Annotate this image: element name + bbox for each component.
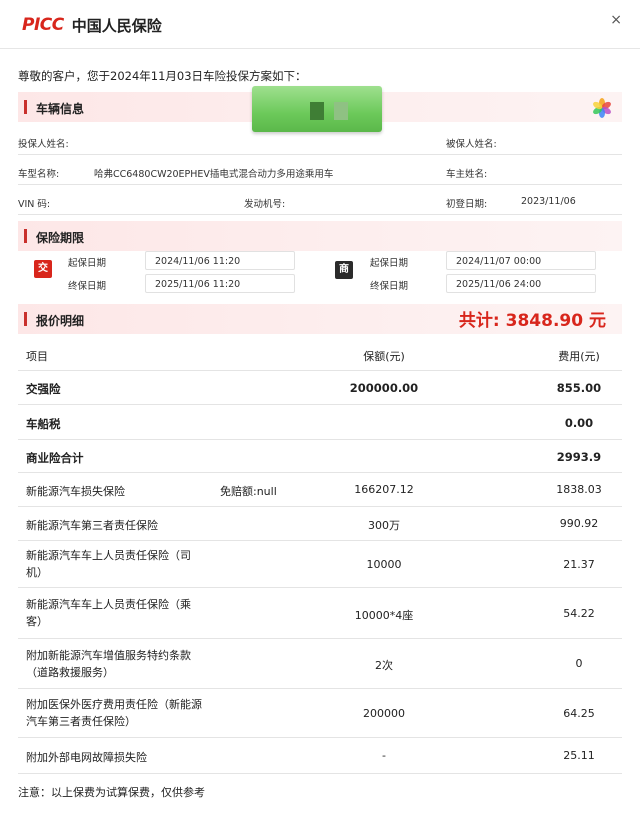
item-amount: 10000 [366,558,402,571]
photos-pinwheel-icon[interactable] [592,98,612,118]
commercial-end-field[interactable]: 2025/11/06 24:00 [446,274,596,293]
section-marker [24,312,27,326]
item-name-line2: 机） [26,566,48,579]
owner-label: 车主姓名: [446,169,488,180]
vin-label: VIN 码: [18,199,51,210]
table-row: 新能源汽车车上人员责任保险（乘 客） 10000*4座 54.22 [18,588,622,639]
header-bar: PICC 中国人民保险 × [0,0,640,49]
table-row: 车船税 0.00 [18,405,622,440]
commercial-end-label: 终保日期 [370,281,409,292]
model-value: 哈弗CC6480CW20EPHEV插电式混合动力多用途乘用车 [94,169,334,180]
section-marker [24,229,27,243]
item-name-line2: 汽车第三者责任保险） [26,715,136,728]
item-fee: 990.92 [559,517,599,530]
compulsory-end-label: 终保日期 [68,281,107,292]
item-deductible: 免赔额:null [220,485,277,498]
section-marker [24,100,27,114]
item-name: 商业险合计 [26,451,84,465]
item-fee: 25.11 [563,749,595,762]
compulsory-badge: 交 [34,260,52,278]
table-row: 新能源汽车损失保险 免赔额:null 166207.12 1838.03 [18,473,622,507]
item-name: 新能源汽车损失保险 [26,485,125,498]
section-title: 车辆信息 [36,102,85,116]
model-row: 车型名称: 哈弗CC6480CW20EPHEV插电式混合动力多用途乘用车 车主姓… [18,157,622,185]
insured-label: 被保人姓名: [446,139,497,150]
col-amount-header: 保额(元) [363,350,405,363]
table-row: 附加医保外医疗费用责任险（新能源 汽车第三者责任保险） 200000 64.25 [18,689,622,738]
total-price: 共计: 3848.90 元 [458,311,606,331]
item-name: 新能源汽车第三者责任保险 [26,519,158,532]
item-fee: 1838.03 [556,483,602,496]
section-insurance-period: 保险期限 [18,221,622,251]
item-fee: 0 [575,657,583,670]
item-name-line2: 客） [26,615,48,628]
model-label: 车型名称: [18,169,60,180]
commercial-start-field[interactable]: 2024/11/07 00:00 [446,251,596,270]
item-fee: 855.00 [556,381,602,395]
item-amount: - [382,749,386,762]
table-row: 交强险 200000.00 855.00 [18,371,622,405]
engine-label: 发动机号: [244,199,286,210]
item-fee: 2993.9 [556,450,602,464]
item-amount: 10000*4座 [354,609,414,622]
item-fee: 21.37 [563,558,595,571]
commercial-badge: 商 [335,261,353,279]
compulsory-start-field[interactable]: 2024/11/06 11:20 [145,251,295,270]
item-name: 车船税 [26,417,61,431]
compulsory-end-field[interactable]: 2025/11/06 11:20 [145,274,295,293]
compulsory-start-label: 起保日期 [68,258,107,269]
item-name-line1: 附加医保外医疗费用责任险（新能源 [26,698,202,711]
item-name-line1: 新能源汽车车上人员责任保险（司 [26,549,191,562]
vin-row: VIN 码: 发动机号: 初登日期: 2023/11/06 [18,187,622,215]
green-watermark-stamp [252,86,382,132]
item-name: 交强险 [26,382,61,396]
logo-mark: PICC [22,15,64,35]
table-row: 附加外部电网故障损失险 - 25.11 [18,738,622,774]
item-amount: 200000.00 [349,381,419,395]
item-name-line2: （道路救援服务） [26,666,114,679]
col-item-header: 项目 [26,350,48,363]
item-name: 附加外部电网故障损失险 [26,751,147,764]
item-amount: 300万 [368,519,400,532]
reg-date-label: 初登日期: [446,199,488,210]
applicant-row: 投保人姓名: 被保人姓名: [18,127,622,155]
table-row: 附加新能源汽车增值服务特约条款 （道路救援服务） 2次 0 [18,639,622,689]
logo-name: 中国人民保险 [71,16,162,35]
item-amount: 166207.12 [354,483,414,496]
item-name-line1: 附加新能源汽车增值服务特约条款 [26,649,191,662]
item-fee: 0.00 [564,416,594,430]
section-title: 保险期限 [36,231,85,245]
table-row: 新能源汽车第三者责任保险 300万 990.92 [18,507,622,541]
quote-table-header: 项目 保额(元) 费用(元) [18,339,622,371]
table-row: 新能源汽车车上人员责任保险（司 机） 10000 21.37 [18,541,622,588]
item-name-line1: 新能源汽车车上人员责任保险（乘 [26,598,191,611]
col-fee-header: 费用(元) [558,350,600,363]
picc-logo: PICC 中国人民保险 [22,14,162,36]
disclaimer-note: 注意：以上保费为试算保费，仅供参考 [18,786,205,799]
section-title: 报价明细 [36,314,85,328]
close-icon[interactable]: × [610,12,622,28]
reg-date-value: 2023/11/06 [521,196,576,207]
item-amount: 200000 [363,707,405,720]
item-fee: 54.22 [563,607,595,620]
item-amount: 2次 [375,659,393,672]
greeting-text: 尊敬的客户，您于2024年11月03日车险投保方案如下： [18,69,307,83]
item-fee: 64.25 [563,707,595,720]
table-row: 商业险合计 2993.9 [18,440,622,473]
commercial-start-label: 起保日期 [370,258,409,269]
applicant-label: 投保人姓名: [18,139,69,150]
